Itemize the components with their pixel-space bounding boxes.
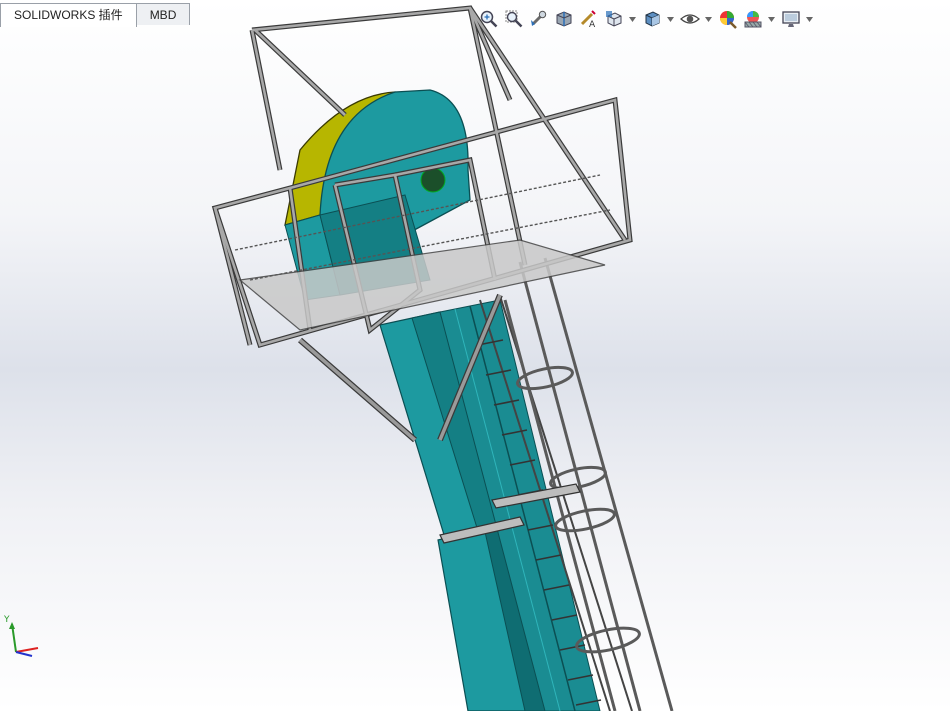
hide-show-items-dropdown-icon[interactable] — [704, 8, 712, 30]
hide-show-items-icon[interactable] — [679, 8, 701, 30]
apply-scene-icon[interactable] — [742, 8, 764, 30]
reference-triad: Y — [3, 615, 39, 657]
previous-view-icon[interactable] — [528, 8, 550, 30]
section-view-icon[interactable] — [553, 8, 575, 30]
heads-up-view-toolbar: A — [478, 6, 818, 32]
triad-y-label: Y — [3, 615, 10, 625]
command-manager-tabs: SOLIDWORKS 插件 MBD — [0, 3, 191, 27]
graphics-area[interactable] — [0, 0, 950, 711]
tab-mbd[interactable]: MBD — [135, 3, 191, 25]
svg-text:A: A — [589, 20, 596, 29]
view-settings-dropdown-icon[interactable] — [805, 8, 813, 30]
dynamic-annotation-views-icon[interactable]: A — [578, 8, 600, 30]
display-style-dropdown-icon[interactable] — [666, 8, 674, 30]
bucket-elevator-model[interactable] — [211, 5, 674, 711]
view-orientation-icon[interactable] — [603, 8, 625, 30]
display-style-icon[interactable] — [641, 8, 663, 30]
apply-scene-dropdown-icon[interactable] — [767, 8, 775, 30]
view-settings-icon[interactable] — [780, 8, 802, 30]
view-orientation-dropdown-icon[interactable] — [628, 8, 636, 30]
zoom-to-fit-icon[interactable] — [478, 8, 500, 30]
edit-appearance-icon[interactable] — [717, 8, 739, 30]
tab-solidworks-addins[interactable]: SOLIDWORKS 插件 — [0, 3, 137, 27]
zoom-to-area-icon[interactable] — [503, 8, 525, 30]
